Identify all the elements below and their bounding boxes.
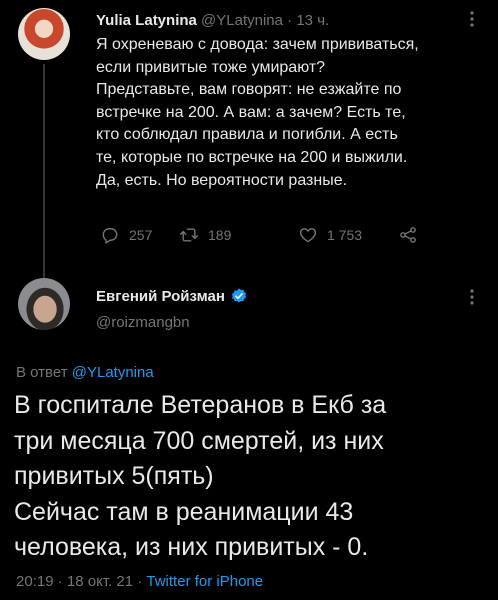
like-button[interactable]: 1 753 [298,222,362,248]
tweet-timestamp: 20:19 · 18 окт. 21 · Twitter for iPhone [16,573,263,590]
reply-label: В ответ [16,364,68,381]
tweet-source-link[interactable]: Twitter for iPhone [146,573,263,590]
reply-button[interactable]: 257 [100,222,152,248]
tweet-actions: 257 189 1 753 [100,222,440,248]
share-nodes-icon [400,227,416,243]
author-name-text[interactable]: Евгений Ройзман [96,288,225,305]
retweet-count: 189 [208,227,232,243]
tweet-date[interactable]: 18 окт. 21 [67,573,133,590]
meta-separator: · [137,573,143,590]
avatar[interactable] [18,8,70,60]
like-count: 1 753 [327,227,363,243]
author-handle[interactable]: @YLatynina [201,12,283,29]
heart-outline-icon [299,228,317,243]
verified-badge-icon [231,288,247,303]
thread-connector-line [43,64,45,278]
author-handle[interactable]: @roizmangbn [96,314,190,331]
reply-count: 257 [129,227,153,243]
tweet-time[interactable]: 13 ч. [296,12,329,29]
vertical-ellipsis-icon[interactable] [462,8,482,30]
reply-tweet-header: Евгений Ройзман @roizmangbn [0,270,498,350]
retweet-button[interactable]: 189 [179,222,231,248]
speech-bubble-icon [102,228,118,244]
tweet-header: Yulia Latynina @YLatynina · 13 ч. [96,12,329,29]
retweet-arrows-icon [179,228,199,242]
tweet-text: Я охреневаю с довода: зачем прививаться,… [96,36,419,189]
meta-separator: · [57,573,63,590]
share-button[interactable] [398,222,427,248]
author-name[interactable]: Yulia Latynina [96,12,197,29]
vertical-ellipsis-icon[interactable] [462,286,482,308]
tweet-time[interactable]: 20:19 [16,573,54,590]
reply-context: В ответ @YLatynina [16,364,154,381]
author-name[interactable]: Евгений Ройзман [96,287,248,305]
tweet-text: В госпитале Ветеранов в Екб за три месяц… [14,391,387,561]
avatar[interactable] [18,278,70,330]
reply-to-link[interactable]: @YLatynina [72,364,154,381]
parent-tweet[interactable]: Yulia Latynina @YLatynina · 13 ч. Я охре… [0,0,498,278]
meta-separator: · [287,12,293,29]
